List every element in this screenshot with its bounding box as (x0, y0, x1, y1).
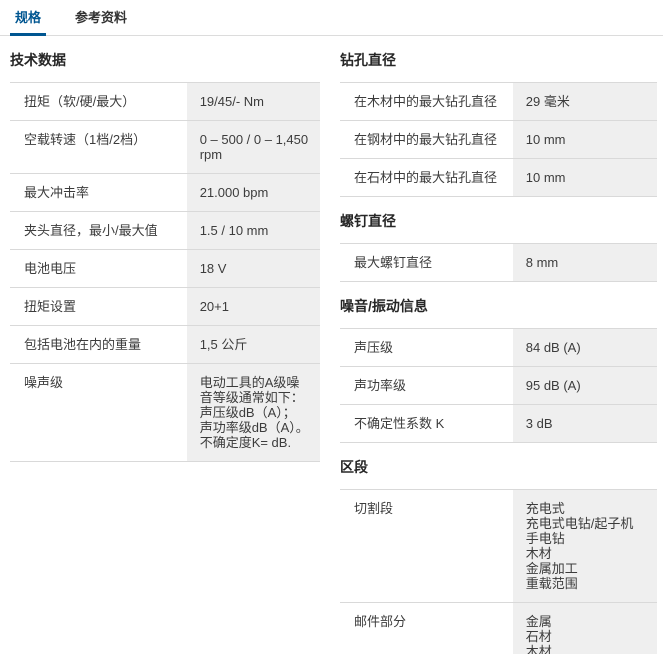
spec-section: 螺钉直径最大螺钉直径8 mm (340, 213, 657, 282)
spec-table: 切割段充电式 充电式电钻/起子机 手电钻 木材 金属加工 重载范围邮件部分金属 … (340, 489, 657, 654)
spec-table: 在木材中的最大钻孔直径29 毫米在钢材中的最大钻孔直径10 mm在石材中的最大钻… (340, 82, 657, 197)
spec-row: 最大冲击率21.000 bpm (10, 173, 320, 211)
section-title: 区段 (340, 459, 657, 476)
specifications-page: 规格 参考资料 技术数据扭矩（软/硬/最大）19/45/- Nm空载转速（1档/… (0, 0, 663, 654)
spec-column-right: 钻孔直径在木材中的最大钻孔直径29 毫米在钢材中的最大钻孔直径10 mm在石材中… (340, 36, 657, 654)
spec-value: 1.5 / 10 mm (187, 212, 320, 249)
spec-section: 技术数据扭矩（软/硬/最大）19/45/- Nm空载转速（1档/2档）0 – 5… (10, 52, 320, 462)
spec-value: 1,5 公斤 (187, 326, 320, 363)
spec-row: 扭矩（软/硬/最大）19/45/- Nm (10, 82, 320, 120)
spec-value: 充电式 充电式电钻/起子机 手电钻 木材 金属加工 重载范围 (513, 490, 657, 602)
spec-section: 钻孔直径在木材中的最大钻孔直径29 毫米在钢材中的最大钻孔直径10 mm在石材中… (340, 52, 657, 197)
spec-value: 21.000 bpm (187, 174, 320, 211)
spec-row: 邮件部分金属 石材 木材 (340, 602, 657, 654)
spec-label: 扭矩设置 (10, 288, 187, 325)
spec-table: 扭矩（软/硬/最大）19/45/- Nm空载转速（1档/2档）0 – 500 /… (10, 82, 320, 462)
spec-value: 95 dB (A) (513, 367, 657, 404)
spec-row: 噪声级电动工具的A级噪音等级通常如下： 声压级dB（A）； 声功率级dB（A）。… (10, 363, 320, 461)
spec-row: 声压级84 dB (A) (340, 328, 657, 366)
spec-label: 声功率级 (340, 367, 513, 404)
spec-value: 84 dB (A) (513, 329, 657, 366)
spec-row: 包括电池在内的重量1,5 公斤 (10, 325, 320, 363)
section-title: 钻孔直径 (340, 52, 657, 69)
spec-label: 噪声级 (10, 364, 187, 461)
spec-row: 不确定性系数 K3 dB (340, 404, 657, 442)
spec-row: 空载转速（1档/2档）0 – 500 / 0 – 1,450 rpm (10, 120, 320, 173)
spec-label: 邮件部分 (340, 603, 513, 654)
spec-row: 切割段充电式 充电式电钻/起子机 手电钻 木材 金属加工 重载范围 (340, 489, 657, 602)
spec-row: 在木材中的最大钻孔直径29 毫米 (340, 82, 657, 120)
spec-content: 技术数据扭矩（软/硬/最大）19/45/- Nm空载转速（1档/2档）0 – 5… (0, 36, 663, 654)
spec-label: 在石材中的最大钻孔直径 (340, 159, 513, 196)
spec-value: 8 mm (513, 244, 657, 281)
spec-section: 区段切割段充电式 充电式电钻/起子机 手电钻 木材 金属加工 重载范围邮件部分金… (340, 459, 657, 654)
spec-row: 在石材中的最大钻孔直径10 mm (340, 158, 657, 196)
spec-row: 电池电压18 V (10, 249, 320, 287)
spec-label: 电池电压 (10, 250, 187, 287)
spec-label: 在钢材中的最大钻孔直径 (340, 121, 513, 158)
spec-label: 扭矩（软/硬/最大） (10, 83, 187, 120)
spec-value: 金属 石材 木材 (513, 603, 657, 654)
spec-column-left: 技术数据扭矩（软/硬/最大）19/45/- Nm空载转速（1档/2档）0 – 5… (10, 36, 320, 462)
spec-value: 18 V (187, 250, 320, 287)
spec-row: 夹头直径，最小/最大值1.5 / 10 mm (10, 211, 320, 249)
spec-label: 声压级 (340, 329, 513, 366)
spec-section: 噪音/振动信息声压级84 dB (A)声功率级95 dB (A)不确定性系数 K… (340, 298, 657, 443)
tab-bar: 规格 参考资料 (0, 0, 663, 36)
spec-table: 声压级84 dB (A)声功率级95 dB (A)不确定性系数 K3 dB (340, 328, 657, 443)
section-title: 技术数据 (10, 52, 320, 69)
tab-specifications[interactable]: 规格 (10, 0, 46, 36)
spec-row: 扭矩设置20+1 (10, 287, 320, 325)
spec-row: 声功率级95 dB (A) (340, 366, 657, 404)
spec-row: 在钢材中的最大钻孔直径10 mm (340, 120, 657, 158)
section-title: 螺钉直径 (340, 213, 657, 230)
spec-row: 最大螺钉直径8 mm (340, 243, 657, 281)
spec-label: 空载转速（1档/2档） (10, 121, 187, 173)
spec-table: 最大螺钉直径8 mm (340, 243, 657, 282)
spec-value: 10 mm (513, 159, 657, 196)
spec-label: 不确定性系数 K (340, 405, 513, 442)
spec-label: 夹头直径，最小/最大值 (10, 212, 187, 249)
section-title: 噪音/振动信息 (340, 298, 657, 315)
spec-value: 20+1 (187, 288, 320, 325)
tab-reference-data[interactable]: 参考资料 (70, 0, 132, 36)
spec-label: 在木材中的最大钻孔直径 (340, 83, 513, 120)
spec-label: 最大螺钉直径 (340, 244, 513, 281)
spec-label: 包括电池在内的重量 (10, 326, 187, 363)
spec-value: 3 dB (513, 405, 657, 442)
spec-value: 10 mm (513, 121, 657, 158)
spec-value: 0 – 500 / 0 – 1,450 rpm (187, 121, 320, 173)
spec-value: 29 毫米 (513, 83, 657, 120)
spec-value: 19/45/- Nm (187, 83, 320, 120)
spec-label: 切割段 (340, 490, 513, 602)
spec-label: 最大冲击率 (10, 174, 187, 211)
spec-value: 电动工具的A级噪音等级通常如下： 声压级dB（A）； 声功率级dB（A）。不确定… (187, 364, 320, 461)
